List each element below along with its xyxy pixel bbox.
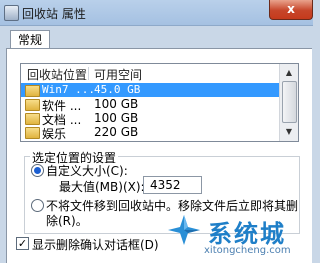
brand-name: 系统城 [208, 220, 286, 248]
no-move-label-continued: 除(R)。 [46, 214, 88, 228]
custom-size-radio[interactable] [31, 164, 44, 177]
close-button[interactable]: x [269, 0, 313, 20]
list-row-entertainment[interactable]: 娱乐 220 GB [21, 125, 279, 141]
tab-general[interactable]: 常规 [10, 30, 50, 50]
max-value-label: 最大值(MB)(X): [59, 180, 145, 194]
list-row-documents[interactable]: 文档 ... 100 GB [21, 111, 279, 127]
scrollbar-thumb[interactable] [282, 81, 297, 123]
max-size-input[interactable]: 4352 [143, 176, 202, 194]
confirm-delete-checkbox[interactable]: ✓ [16, 237, 29, 250]
watermark-logo: 系统城 xitongcheng.com [160, 212, 313, 262]
window-title: 回收站 属性 [22, 7, 86, 21]
list-row-software[interactable]: 软件 ... 100 GB [21, 97, 279, 113]
drive-folder-icon [25, 85, 40, 97]
list-header: 回收站位置 可用空间 [21, 64, 279, 82]
row-free-space: 220 GB [94, 125, 139, 139]
row-location: Win7 ... [42, 83, 95, 96]
vertical-scrollbar[interactable]: ▲ ▼ [279, 64, 298, 141]
brand-url: xitongcheng.com [204, 245, 291, 256]
list-row-win7[interactable]: Win7 ... 45.0 GB [21, 83, 279, 97]
drive-folder-icon [25, 99, 40, 111]
column-divider[interactable] [88, 67, 89, 80]
drive-folder-icon [25, 113, 40, 125]
no-move-radio[interactable] [31, 199, 44, 212]
title-bar[interactable]: 回收站 属性 x [0, 0, 313, 26]
brand-logo-icon [168, 215, 200, 245]
column-header-location[interactable]: 回收站位置 [27, 66, 87, 83]
row-free-space: 45.0 GB [94, 83, 141, 96]
custom-size-label: 自定义大小(C): [46, 164, 128, 178]
recycle-bin-icon [4, 5, 19, 21]
scroll-down-icon[interactable]: ▼ [283, 127, 295, 137]
drive-folder-icon [25, 127, 40, 139]
recycle-location-list[interactable]: 回收站位置 可用空间 Win7 ... 45.0 GB 软件 ... 100 G… [20, 63, 299, 142]
scroll-up-icon[interactable]: ▲ [283, 68, 295, 78]
row-location: 娱乐 [42, 127, 67, 141]
confirm-delete-label: 显示删除确认对话框(D) [32, 238, 159, 252]
row-free-space: 100 GB [94, 97, 139, 111]
row-free-space: 100 GB [94, 111, 139, 125]
tab-strip: 常规 [6, 26, 313, 50]
column-header-free-space[interactable]: 可用空间 [94, 66, 142, 83]
